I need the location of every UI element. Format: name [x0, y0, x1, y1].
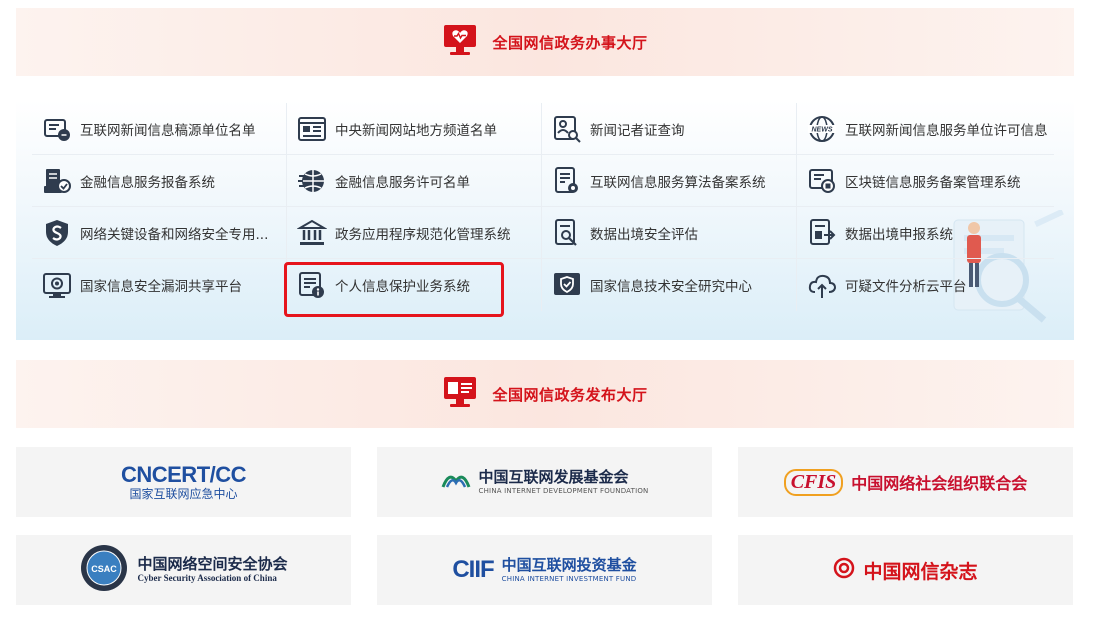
cfis-logo: CFIS: [783, 468, 844, 496]
svg-text:NEWS: NEWS: [812, 126, 833, 133]
partner-ciif[interactable]: CIIF 中国互联网投资基金 CHINA INTERNET INVESTMENT…: [377, 535, 712, 605]
service-label: 国家信息技术安全研究中心: [590, 279, 752, 295]
service-item[interactable]: 可疑文件分析云平台: [797, 259, 1054, 311]
partner-name: 中国网信杂志: [863, 560, 978, 583]
news-globe-icon: NEWS: [807, 114, 837, 144]
service-item[interactable]: 互联网新闻信息稿源单位名单: [32, 103, 287, 155]
finance-globe-icon: [297, 166, 327, 196]
cidf-leaf-icon: [441, 469, 471, 495]
partner-grid: CNCERT/CC 国家互联网应急中心 中国互联网发展基金会 CHINA INT…: [16, 447, 1074, 605]
partner-name-en: CHINA INTERNET INVESTMENT FUND: [501, 574, 637, 583]
service-item[interactable]: 新闻记者证查询: [542, 103, 797, 155]
service-item[interactable]: 金融信息服务许可名单: [287, 155, 542, 207]
shield-icon: [42, 218, 72, 248]
service-label: 政务应用程序规范化管理系统: [335, 226, 511, 243]
partner-cidf[interactable]: 中国互联网发展基金会 CHINA INTERNET DEVELOPMENT FO…: [377, 447, 712, 517]
service-label: 金融信息服务许可名单: [335, 174, 470, 191]
cncert-logo-text: CNCERT/CC: [120, 461, 247, 487]
service-label: 数据出境安全评估: [590, 226, 698, 243]
partner-name: 中国互联网投资基金: [501, 556, 637, 575]
partner-name-en: Cyber Security Association of China: [137, 573, 277, 584]
government-building-icon: [297, 218, 327, 248]
monitor-heart-icon: [442, 23, 478, 61]
service-item[interactable]: 国家信息安全漏洞共享平台: [32, 259, 287, 311]
ciif-logo: CIIF: [452, 556, 494, 583]
service-label: 国家信息安全漏洞共享平台: [80, 279, 242, 295]
publish-hall-title: 全国网信政务发布大厅: [492, 385, 648, 404]
news-source-icon: [42, 114, 72, 144]
service-item[interactable]: 数据出境安全评估: [542, 207, 797, 259]
service-item[interactable]: NEWS 互联网新闻信息服务单位许可信息: [797, 103, 1054, 155]
blockchain-icon: [807, 166, 837, 196]
website-list-icon: [297, 114, 327, 144]
magazine-swirl-icon: [833, 557, 855, 583]
service-label: 互联网信息服务算法备案系统: [590, 174, 766, 191]
cloud-upload-icon: [807, 270, 837, 300]
partner-name: 中国互联网发展基金会: [478, 468, 629, 487]
partner-cyberspace-magazine[interactable]: 中国网信杂志: [738, 535, 1073, 605]
service-item[interactable]: 国家信息技术安全研究中心: [542, 259, 797, 311]
services-grid: 互联网新闻信息稿源单位名单 中央新闻网站地方频道名单 新闻记者证查询 NEWS …: [32, 103, 1054, 311]
svg-text:CSAC: CSAC: [92, 564, 118, 574]
service-label: 中央新闻网站地方频道名单: [335, 122, 497, 139]
service-label: 互联网新闻信息服务单位许可信息: [845, 122, 1048, 139]
csac-seal-icon: CSAC: [79, 543, 129, 597]
partner-name: 国家互联网应急中心: [129, 487, 238, 502]
security-center-icon: [552, 270, 582, 300]
publish-hall-header: 全国网信政务发布大厅: [16, 360, 1074, 428]
finance-report-icon: [42, 166, 72, 196]
service-item[interactable]: 数据出境申报系统: [797, 207, 1054, 259]
partner-csac[interactable]: CSAC 中国网络空间安全协会 Cyber Security Associati…: [16, 535, 351, 605]
data-export-icon: [807, 218, 837, 248]
service-label: 新闻记者证查询: [590, 122, 685, 139]
data-assessment-icon: [552, 218, 582, 248]
service-item[interactable]: 政务应用程序规范化管理系统: [287, 207, 542, 259]
service-hall-title: 全国网信政务办事大厅: [492, 33, 648, 52]
services-panel: 互联网新闻信息稿源单位名单 中央新闻网站地方频道名单 新闻记者证查询 NEWS …: [16, 100, 1074, 340]
service-label: 网络关键设备和网络安全专用...: [80, 226, 269, 243]
partner-name-en: CHINA INTERNET DEVELOPMENT FOUNDATION: [478, 486, 649, 495]
vulnerability-monitor-icon: [42, 270, 72, 300]
service-item[interactable]: 互联网信息服务算法备案系统: [542, 155, 797, 207]
service-item[interactable]: 金融信息服务报备系统: [32, 155, 287, 207]
service-item[interactable]: 网络关键设备和网络安全专用...: [32, 207, 287, 259]
service-label: 互联网新闻信息稿源单位名单: [80, 122, 256, 139]
service-label: 数据出境申报系统: [845, 226, 953, 243]
service-item[interactable]: 中央新闻网站地方频道名单: [287, 103, 542, 155]
personal-info-icon: [297, 270, 327, 300]
service-label: 金融信息服务报备系统: [80, 174, 215, 191]
service-label: 可疑文件分析云平台: [845, 279, 967, 295]
monitor-announcement-icon: [442, 375, 478, 413]
partner-cfis[interactable]: CFIS 中国网络社会组织联合会: [738, 447, 1073, 517]
service-item[interactable]: 区块链信息服务备案管理系统: [797, 155, 1054, 207]
partner-cncert[interactable]: CNCERT/CC 国家互联网应急中心: [16, 447, 351, 517]
partner-name: 中国网络空间安全协会: [137, 555, 288, 574]
service-label: 区块链信息服务备案管理系统: [845, 174, 1021, 191]
service-label: 个人信息保护业务系统: [335, 279, 470, 295]
partner-name: 中国网络社会组织联合会: [851, 474, 1028, 493]
press-card-search-icon: [552, 114, 582, 144]
service-hall-header: 全国网信政务办事大厅: [16, 8, 1074, 76]
algorithm-doc-icon: [552, 166, 582, 196]
service-item-highlighted[interactable]: 个人信息保护业务系统: [287, 259, 542, 311]
